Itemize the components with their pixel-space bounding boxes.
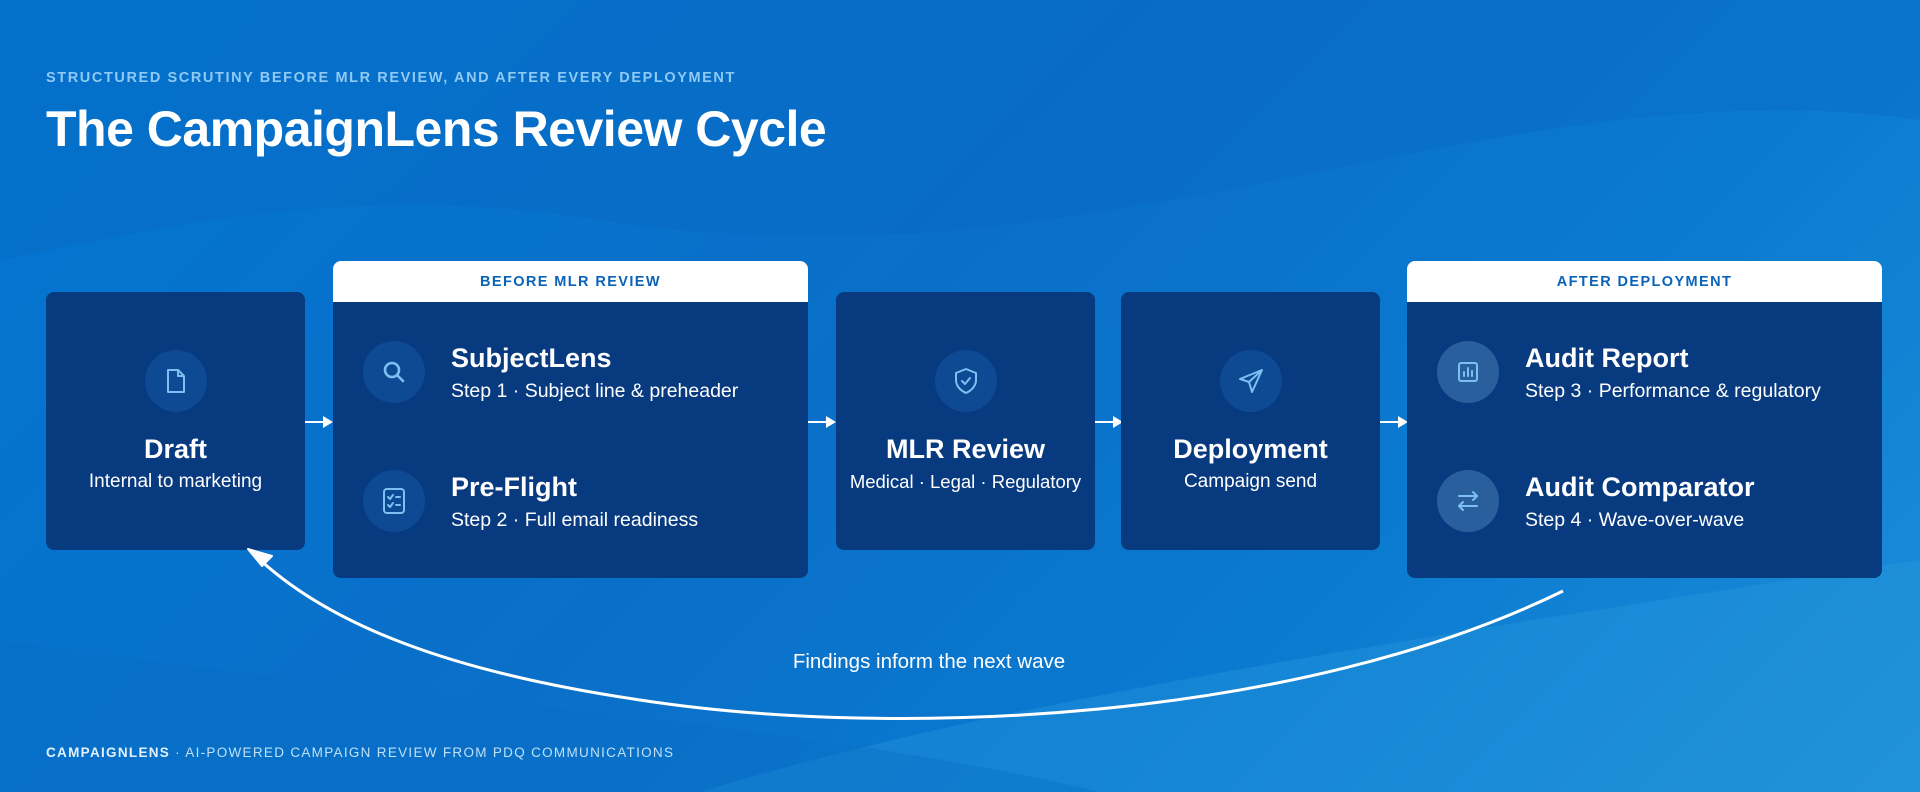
footer-brand: CAMPAIGNLENS [46,745,171,760]
footer: CAMPAIGNLENS · AI-POWERED CAMPAIGN REVIE… [46,745,674,760]
feedback-loop-label: Findings inform the next wave [792,650,1066,673]
footer-text: · AI-POWERED CAMPAIGN REVIEW FROM PDQ CO… [170,745,675,760]
